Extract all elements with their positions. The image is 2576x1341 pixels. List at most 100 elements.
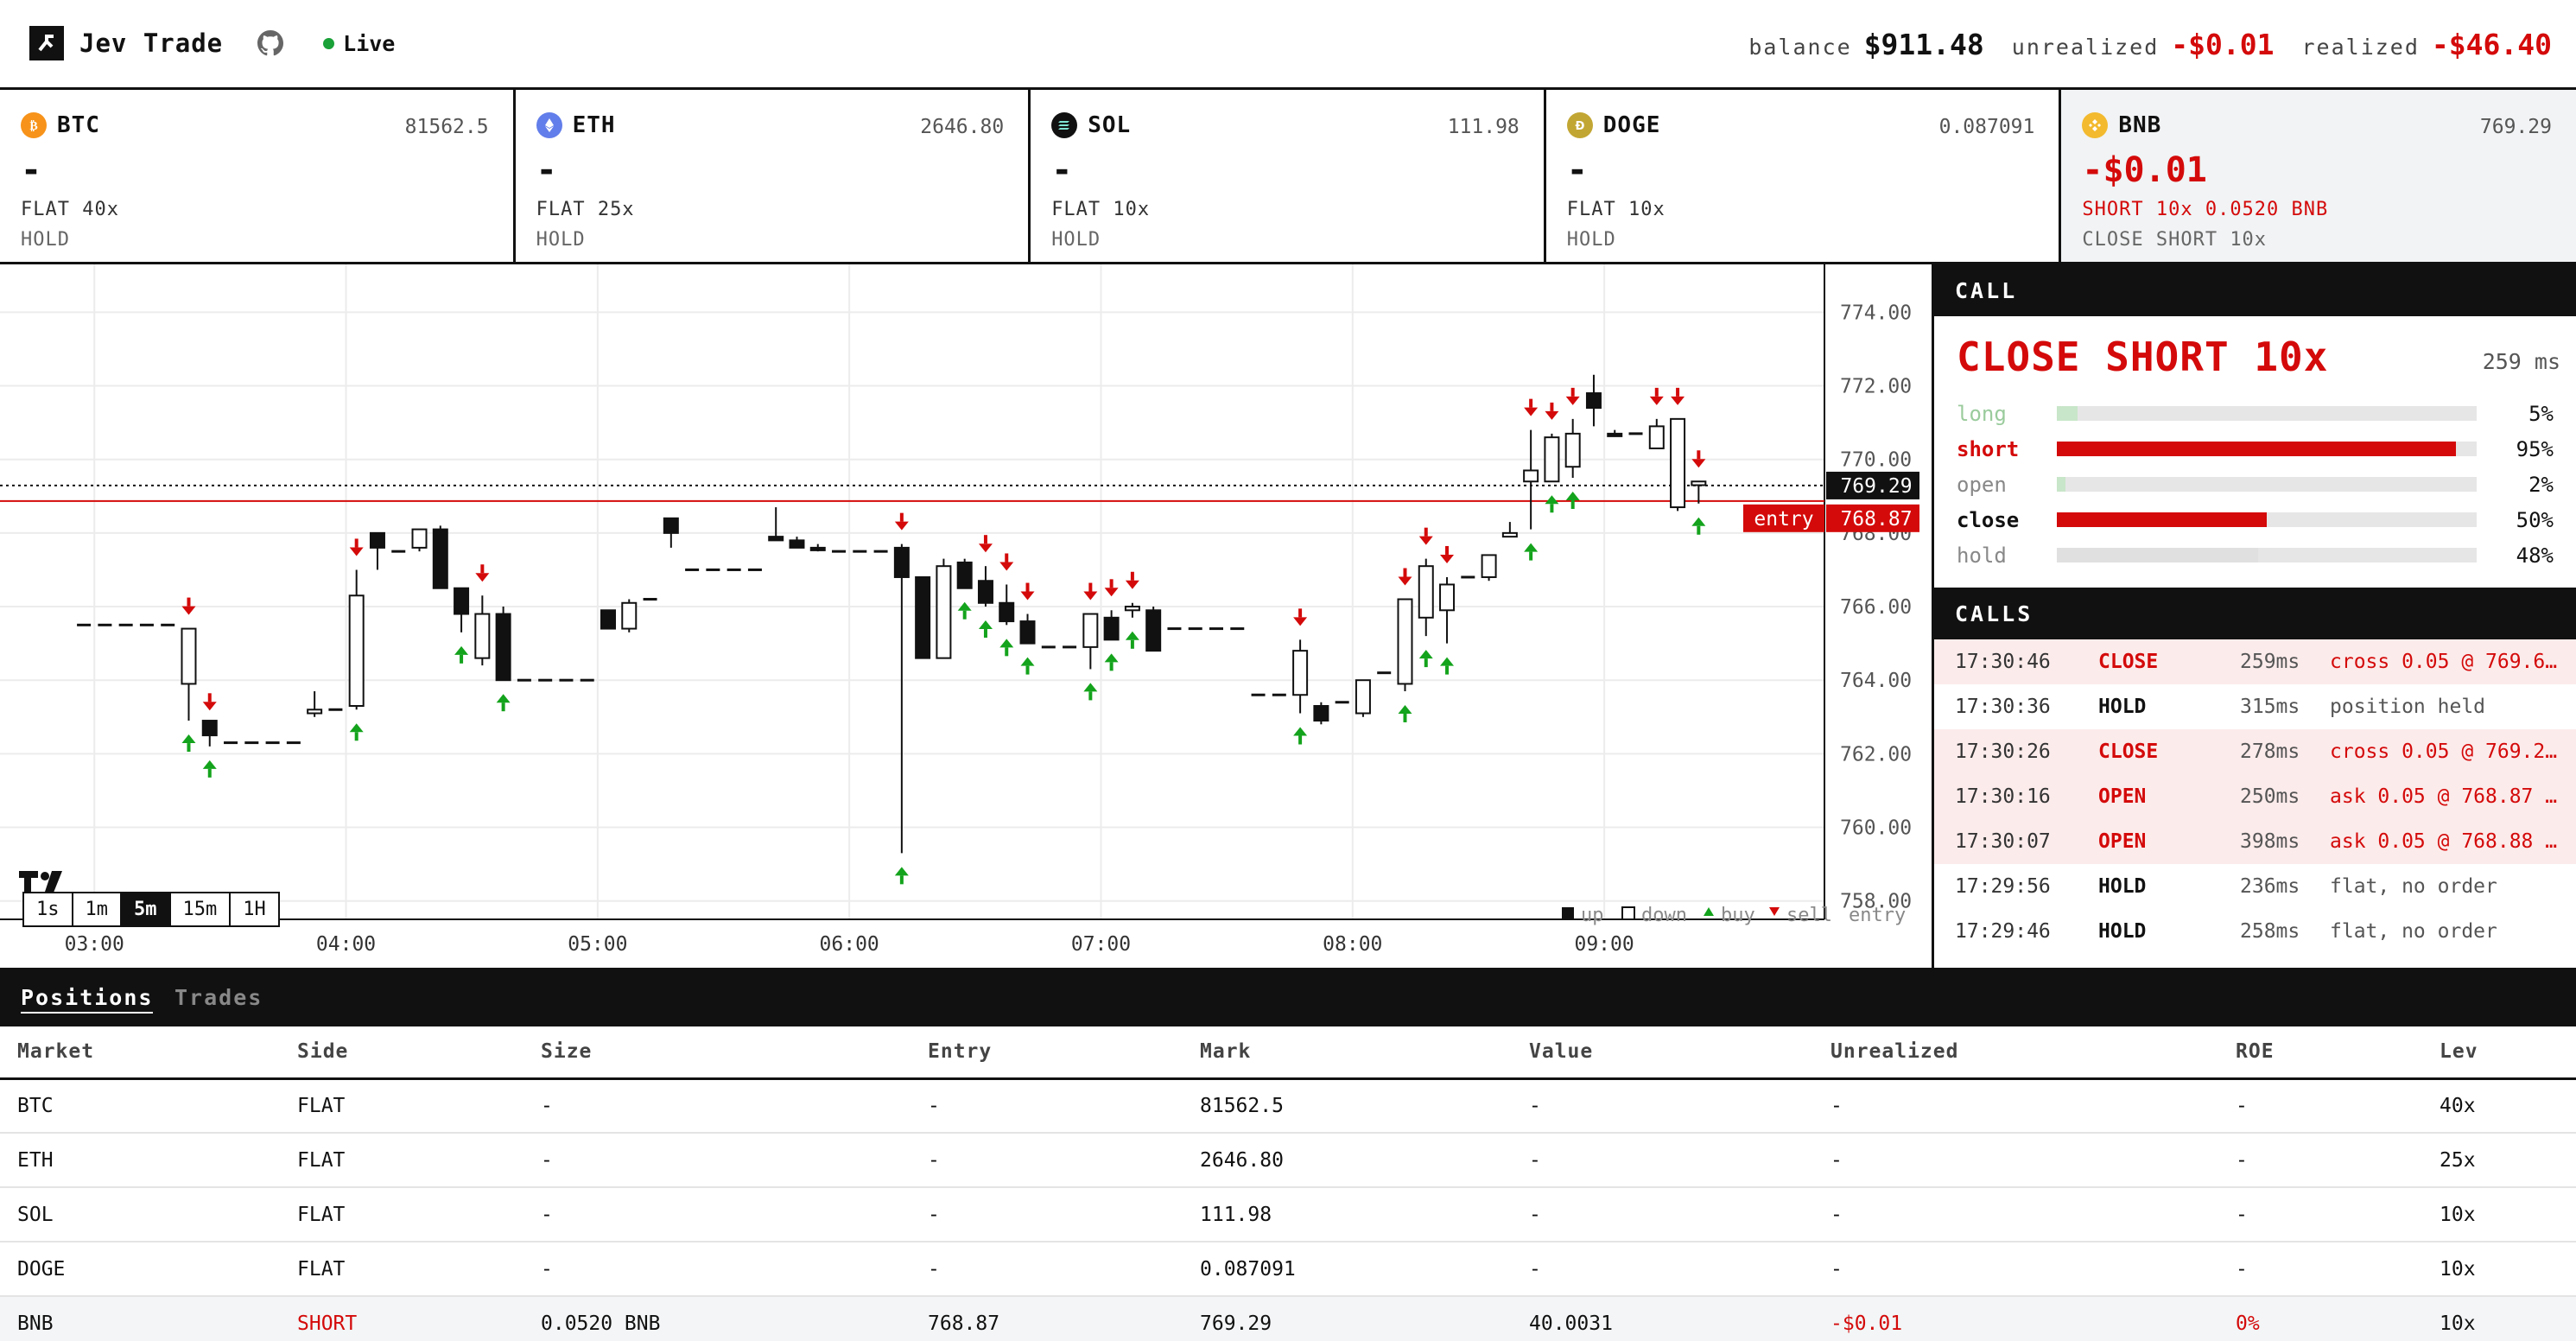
- market-card-doge[interactable]: Ð DOGE 0.087091 - FLAT 10x HOLD: [1545, 90, 2062, 262]
- candle-body: [621, 601, 638, 630]
- prob-bar: [2057, 442, 2477, 456]
- market-card-sol[interactable]: SOL 111.98 - FLAT 10x HOLD: [1031, 90, 1546, 262]
- market-card-bnb[interactable]: BNB 769.29 -$0.01 SHORT 10x 0.0520 BNB C…: [2061, 90, 2576, 262]
- top-header: Jev Trade Live balance $911.48 unrealize…: [0, 0, 2576, 90]
- candle: [726, 568, 741, 571]
- github-icon[interactable]: [257, 30, 284, 56]
- candle-body: [1188, 627, 1202, 631]
- candle: [77, 623, 92, 626]
- market-card-btc[interactable]: ₿ BTC 81562.5 - FLAT 40x HOLD: [0, 90, 516, 262]
- cell-mark: 2646.80: [1183, 1133, 1512, 1188]
- call-row[interactable]: 17:29:56 HOLD 236ms flat, no order: [1934, 864, 2576, 909]
- call-row[interactable]: 17:30:26 CLOSE 278ms cross 0.05 @ 769.2…: [1934, 729, 2576, 774]
- prob-label: close: [1957, 507, 2020, 532]
- price-chart[interactable]: 758.00 760.00 762.00 764.00 766.00 768.00 770.…: [0, 264, 1932, 968]
- candle-body: [1439, 583, 1456, 612]
- candle: [1670, 417, 1686, 512]
- table-row[interactable]: SOL FLAT - -111.98- - -10x: [0, 1187, 2576, 1242]
- cell-size: -: [523, 1078, 910, 1134]
- table-row[interactable]: DOGE FLAT - -0.087091- - -10x: [0, 1242, 2576, 1297]
- realized-value: -$46.40: [2431, 28, 2552, 61]
- candle: [369, 531, 385, 570]
- candlestick-chart[interactable]: 758.00760.00762.00764.00766.00768.00770.…: [0, 264, 1932, 968]
- candle-body: [1564, 432, 1581, 468]
- candle: [956, 558, 973, 589]
- sell-arrow-icon: [1691, 459, 1706, 468]
- column-header[interactable]: Size: [523, 1026, 910, 1080]
- realized-label: realized: [2301, 35, 2420, 60]
- cell-market: DOGE: [0, 1242, 280, 1297]
- column-header[interactable]: Side: [280, 1026, 523, 1080]
- market-card-eth[interactable]: ETH 2646.80 - FLAT 25x HOLD: [515, 90, 1031, 262]
- candle: [1501, 522, 1518, 538]
- cell-entry: -: [910, 1242, 1183, 1297]
- column-header[interactable]: Market: [0, 1026, 280, 1080]
- call-row[interactable]: 17:30:16 OPEN 250ms ask 0.05 @ 768.87 …: [1934, 774, 2576, 819]
- buy-arrow-icon: [1440, 657, 1455, 666]
- cell-mark: 111.98: [1183, 1187, 1512, 1242]
- column-header[interactable]: Unrealized: [1813, 1026, 2218, 1080]
- candle-body: [706, 568, 720, 571]
- tab-trades[interactable]: Trades: [174, 985, 263, 1010]
- timeframe-1s[interactable]: 1s: [24, 893, 73, 925]
- candle: [663, 517, 679, 548]
- sell-arrow-icon: [1418, 536, 1433, 545]
- table-row[interactable]: BTC FLAT - -81562.5- - -40x: [0, 1078, 2576, 1134]
- table-header-row: Market Side Size Entry Mark Value Unrealized RO…: [0, 1026, 2576, 1080]
- sell-arrow-icon: [1524, 407, 1539, 416]
- candle: [328, 708, 343, 711]
- x-tick-label: 03:00: [65, 933, 124, 956]
- candle: [643, 598, 657, 601]
- tab-positions[interactable]: Positions: [21, 985, 154, 1014]
- column-header[interactable]: Entry: [910, 1026, 1183, 1080]
- candle: [1167, 627, 1182, 631]
- buy-arrow-icon: [894, 867, 909, 876]
- app-name[interactable]: Jev Trade: [79, 29, 223, 58]
- candle: [432, 525, 448, 589]
- candle-body: [956, 561, 973, 589]
- sell-arrow-icon: [1104, 588, 1119, 597]
- column-header[interactable]: Lev: [2422, 1026, 2576, 1080]
- table-row[interactable]: ETH FLAT - -2646.80- - -25x: [0, 1133, 2576, 1188]
- column-header[interactable]: ROE: [2218, 1026, 2422, 1080]
- candle-body: [474, 613, 491, 659]
- ethereum-icon: [536, 112, 562, 138]
- y-tick-label: 774.00: [1840, 302, 1912, 324]
- legend-buy-label: buy: [1721, 905, 1755, 926]
- market-action: CLOSE SHORT 10x: [2082, 229, 2268, 251]
- call-row[interactable]: 17:29:46 HOLD 258ms flat, no order: [1934, 909, 2576, 954]
- candle-body: [600, 609, 616, 630]
- prob-label: open: [1957, 472, 2007, 497]
- prob-value: 48%: [2516, 543, 2554, 568]
- x-tick-label: 06:00: [820, 933, 879, 956]
- x-tick-label: 09:00: [1574, 933, 1634, 956]
- candle: [1313, 702, 1329, 725]
- timeframe-5m[interactable]: 5m: [122, 893, 171, 925]
- cell-unrealized: -$0.01: [1813, 1296, 2218, 1341]
- candle-body: [1648, 425, 1665, 449]
- logo-icon[interactable]: [29, 26, 64, 60]
- legend-buy-icon: [1704, 907, 1714, 916]
- candle-body: [161, 623, 175, 626]
- candle: [1461, 575, 1475, 579]
- timeframe-1m[interactable]: 1m: [73, 893, 122, 925]
- unrealized-value: -$0.01: [2171, 28, 2275, 61]
- candle-body: [181, 627, 197, 685]
- call-row[interactable]: 17:30:36 HOLD 315ms position held: [1934, 684, 2576, 729]
- candle: [538, 678, 553, 682]
- buy-arrow-icon: [1418, 650, 1433, 659]
- market-pnl: -: [1566, 150, 1588, 190]
- candle-body: [1377, 671, 1392, 675]
- timeframe-15m[interactable]: 15m: [170, 893, 232, 925]
- column-header[interactable]: Mark: [1183, 1026, 1512, 1080]
- candle-body: [1103, 616, 1120, 641]
- call-row[interactable]: 17:30:07 OPEN 398ms ask 0.05 @ 768.88 …: [1934, 819, 2576, 864]
- timeframe-1h[interactable]: 1H: [231, 893, 278, 925]
- table-row[interactable]: BNB SHORT 0.0520 BNB 768.87 769.29 40.0031 -$0…: [0, 1296, 2576, 1341]
- cell-roe: -: [2218, 1078, 2422, 1134]
- column-header[interactable]: Value: [1512, 1026, 1813, 1080]
- call-row[interactable]: 17:30:46 CLOSE 259ms cross 0.05 @ 769.6…: [1934, 639, 2576, 684]
- candle-body: [1418, 565, 1434, 619]
- candle: [1082, 613, 1099, 670]
- buy-arrow-icon: [202, 759, 217, 769]
